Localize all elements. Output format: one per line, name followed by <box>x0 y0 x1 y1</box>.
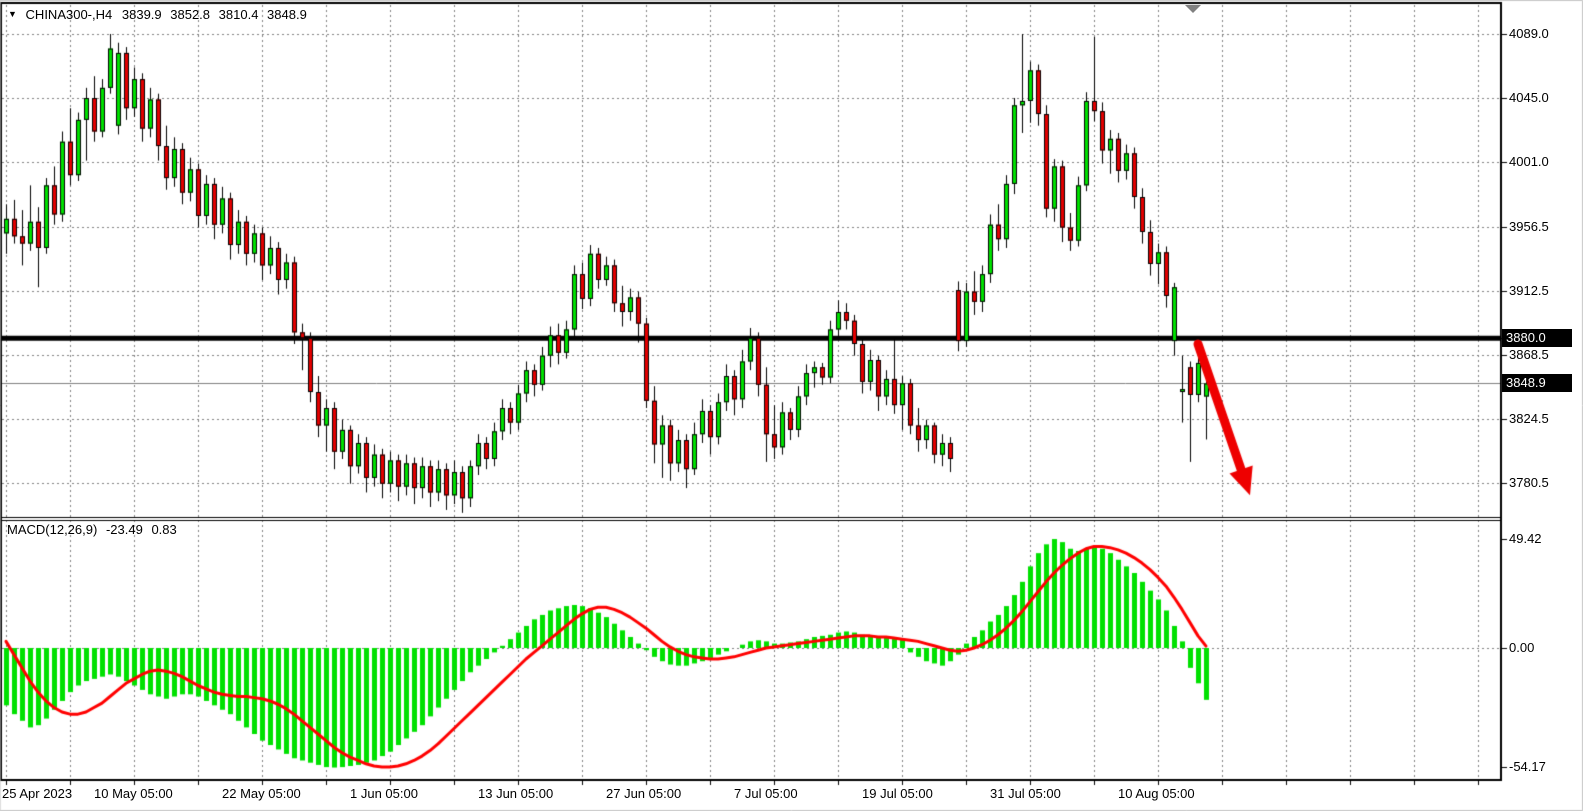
macd-signal-value: 0.83 <box>151 522 176 537</box>
price-axis-label: 3780.5 <box>1509 475 1549 490</box>
price-axis-label: 4045.0 <box>1509 90 1549 105</box>
ohlc-low: 3810.4 <box>219 7 259 22</box>
time-axis-label: 7 Jul 05:00 <box>734 786 798 801</box>
current-price-box: 3848.9 <box>1502 374 1572 392</box>
price-axis-label: 4001.0 <box>1509 154 1549 169</box>
time-axis-label: 13 Jun 05:00 <box>478 786 553 801</box>
hline-price-box: 3880.0 <box>1502 329 1572 347</box>
time-axis-label: 31 Jul 05:00 <box>990 786 1061 801</box>
price-axis-label: 4089.0 <box>1509 26 1549 41</box>
price-axis-label: 3956.5 <box>1509 219 1549 234</box>
price-axis-label: 3912.5 <box>1509 283 1549 298</box>
time-axis-label: 19 Jul 05:00 <box>862 786 933 801</box>
time-axis-label: 1 Jun 05:00 <box>350 786 418 801</box>
time-axis-label: 10 Aug 05:00 <box>1118 786 1195 801</box>
macd-axis-label: 0.00 <box>1509 640 1534 655</box>
macd-value: -23.49 <box>106 522 143 537</box>
price-axis-label: 3824.5 <box>1509 411 1549 426</box>
price-macd-chart-canvas[interactable] <box>0 0 1583 811</box>
chart-window: ▼ CHINA300-,H4 3839.9 3852.8 3810.4 3848… <box>0 0 1583 811</box>
symbol-dropdown-icon: ▼ <box>8 9 17 19</box>
ohlc-high: 3852.8 <box>170 7 210 22</box>
time-axis-label: 10 May 05:00 <box>94 786 173 801</box>
macd-axis-label: 49.42 <box>1509 531 1542 546</box>
symbol-period-label: CHINA300-,H4 <box>26 7 113 22</box>
time-axis-label: 25 Apr 2023 <box>2 786 72 801</box>
macd-axis-label: -54.17 <box>1509 759 1546 774</box>
price-axis-label: 3868.5 <box>1509 347 1549 362</box>
time-axis-label: 27 Jun 05:00 <box>606 786 681 801</box>
ohlc-close: 3848.9 <box>267 7 307 22</box>
macd-name: MACD(12,26,9) <box>7 522 97 537</box>
macd-indicator-label: MACD(12,26,9) -23.49 0.83 <box>7 522 177 537</box>
ohlc-open: 3839.9 <box>122 7 162 22</box>
bar-shift-marker-icon[interactable] <box>1185 5 1201 13</box>
chart-title: ▼ CHINA300-,H4 3839.9 3852.8 3810.4 3848… <box>8 7 307 22</box>
time-axis-label: 22 May 05:00 <box>222 786 301 801</box>
